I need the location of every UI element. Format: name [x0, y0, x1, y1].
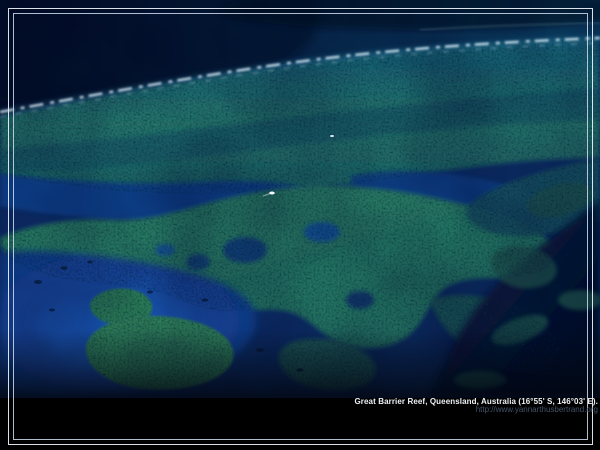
wallpaper-photo	[0, 0, 600, 398]
photo-credit-url: http://www.yannarthusbertrand.org	[0, 406, 598, 414]
caption-band: Great Barrier Reef, Queensland, Australi…	[0, 398, 598, 414]
boat-speck-2	[330, 135, 334, 137]
reef-photo-illustration	[0, 0, 600, 398]
